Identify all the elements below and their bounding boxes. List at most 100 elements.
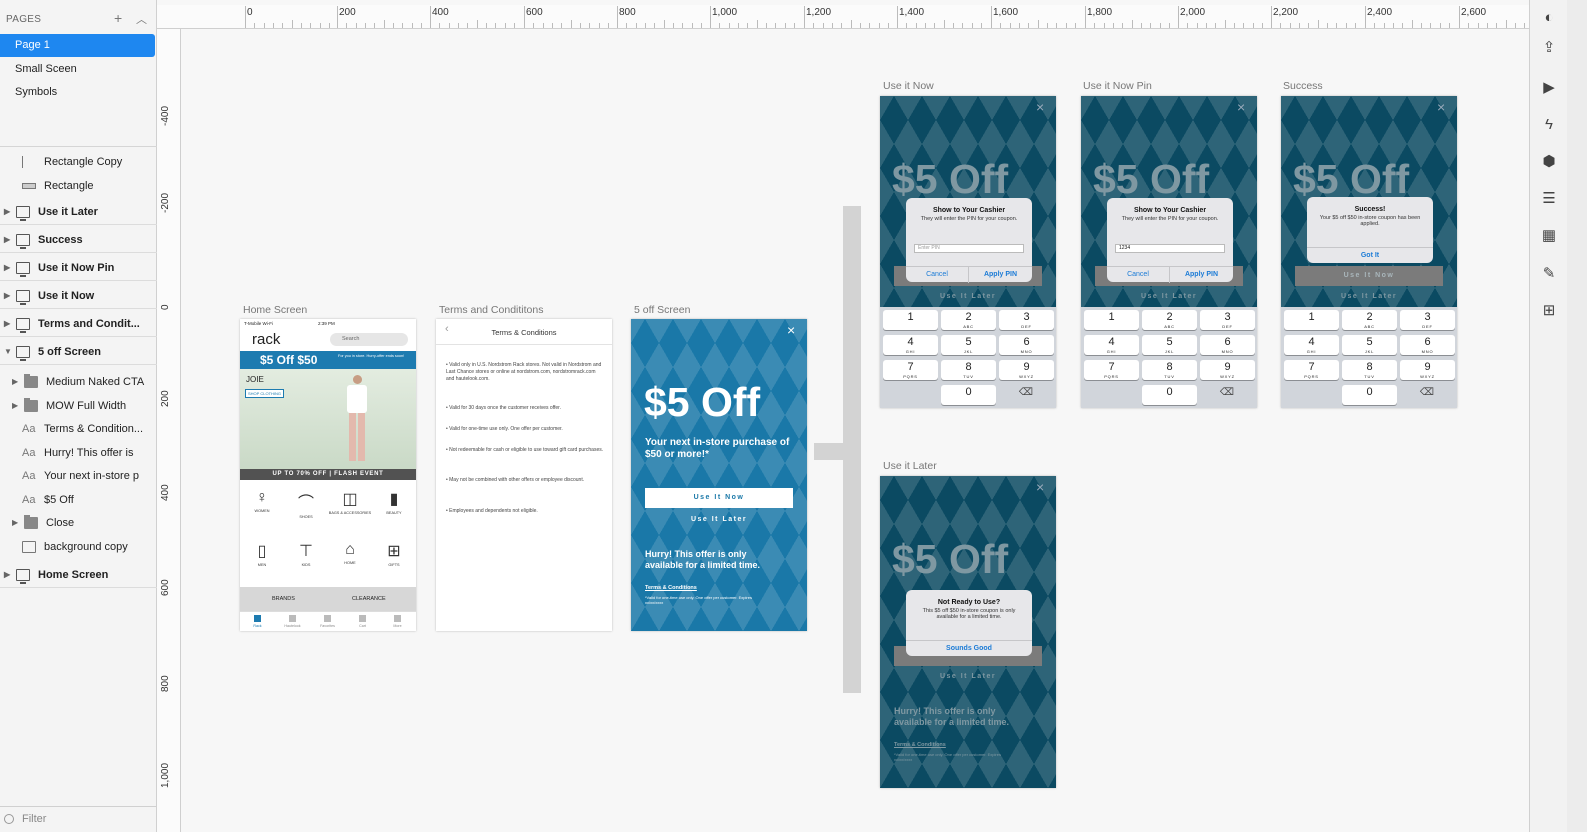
key-0[interactable]: 0 — [1142, 385, 1197, 405]
promo-strip[interactable]: UP TO 70% OFF | FLASH EVENT — [240, 469, 416, 480]
use-it-now-button[interactable]: Use It Now — [645, 488, 793, 508]
artboard-success[interactable]: × $5 Off Use It Now Use It Later Success… — [1281, 96, 1457, 408]
key-2[interactable]: 2 ABC — [1142, 310, 1197, 330]
key-9[interactable]: 9 WXYZ — [1400, 360, 1455, 380]
got-it-button[interactable]: Got It — [1307, 248, 1433, 264]
close-icon[interactable]: × — [1437, 99, 1445, 115]
category-bags-accessories[interactable]: ◫ BAGS & ACCESSORIES — [328, 483, 372, 531]
artboard-title-use-now-pin[interactable]: Use it Now Pin — [1083, 80, 1152, 92]
disclosure-collapsed-icon[interactable]: ▶ — [4, 255, 10, 280]
vertical-ruler[interactable]: -400 -200 0 200 400 600 800 1,000 — [157, 29, 181, 832]
cancel-button[interactable]: Cancel — [1107, 267, 1170, 283]
disclosure-collapsed-icon[interactable]: ▶ — [4, 311, 10, 336]
key-8[interactable]: 8 TUV — [1142, 360, 1197, 380]
cancel-button[interactable]: Cancel — [906, 267, 969, 283]
layer-home-screen[interactable]: ▶ Home Screen — [0, 562, 157, 588]
shop-clothing-button[interactable]: SHOP CLOTHING — [245, 389, 285, 398]
filter-input[interactable]: Filter — [22, 813, 46, 825]
key-6[interactable]: 6 MNO — [1400, 335, 1455, 355]
key-0[interactable]: 0 — [1342, 385, 1397, 405]
edit-image-icon[interactable]: ✎ — [1539, 264, 1559, 284]
key-3[interactable]: 3 DEF — [1400, 310, 1455, 330]
key-2[interactable]: 2 ABC — [1342, 310, 1397, 330]
key-5[interactable]: 5 JKL — [1142, 335, 1197, 355]
disclosure-collapsed-icon[interactable]: ▶ — [4, 199, 10, 224]
bolt-icon[interactable]: ϟ — [1539, 115, 1559, 135]
key-7[interactable]: 7 PQRS — [1284, 360, 1339, 380]
use-it-later-link[interactable]: Use It Later — [631, 516, 807, 523]
tab-cart[interactable]: Cart — [345, 614, 380, 628]
artboard-five-off[interactable]: × $5 Off Your next in-store purchase of … — [631, 319, 807, 631]
add-image-icon[interactable]: ⊞ — [1539, 301, 1559, 321]
backspace-icon[interactable]: ⌫ — [1217, 387, 1237, 401]
list-icon[interactable]: ☰ — [1539, 189, 1559, 209]
page-item-page-1[interactable]: Page 1 — [0, 34, 155, 57]
category-home[interactable]: ⌂ HOME — [328, 535, 372, 583]
key-9[interactable]: 9 WXYZ — [1200, 360, 1255, 380]
layer-use-it-now[interactable]: ▶ Use it Now — [0, 283, 157, 309]
key-6[interactable]: 6 MNO — [999, 335, 1054, 355]
export-icon[interactable]: ⇪ — [1539, 38, 1559, 58]
tab-more[interactable]: More — [380, 614, 415, 628]
close-icon[interactable]: × — [1036, 99, 1044, 115]
key-8[interactable]: 8 TUV — [1342, 360, 1397, 380]
collapse-pages-icon[interactable]: ︿ — [136, 11, 147, 27]
layer-use-it-now-pin[interactable]: ▶ Use it Now Pin — [0, 255, 157, 281]
terms-link[interactable]: Terms & Conditions — [645, 585, 697, 591]
layer-background-copy[interactable]: background copy — [0, 534, 157, 560]
component-icon[interactable]: ◐ — [1539, 8, 1559, 28]
key-9[interactable]: 9 WXYZ — [999, 360, 1054, 380]
key-1[interactable]: 1 — [883, 310, 938, 330]
category-gifts[interactable]: ⊞ GIFTS — [372, 535, 416, 583]
artboard-use-now[interactable]: × $5 Off Use It Later Show to Your Cashi… — [880, 96, 1056, 408]
page-item-small-sceen[interactable]: Small Sceen — [0, 58, 155, 81]
artboard-title-use-later[interactable]: Use it Later — [883, 460, 937, 472]
play-icon[interactable]: ▶ — [1539, 78, 1559, 98]
page-item-symbols[interactable]: Symbols — [0, 81, 155, 104]
disclosure-collapsed-icon[interactable]: ▶ — [12, 369, 18, 395]
artboard-title-home-screen[interactable]: Home Screen — [243, 304, 307, 316]
disclosure-collapsed-icon[interactable]: ▶ — [4, 562, 10, 587]
sounds-good-button[interactable]: Sounds Good — [906, 641, 1032, 657]
key-5[interactable]: 5 JKL — [1342, 335, 1397, 355]
key-5[interactable]: 5 JKL — [941, 335, 996, 355]
tab-favorites[interactable]: Favorites — [310, 614, 345, 628]
key-4[interactable]: 4 GHI — [883, 335, 938, 355]
hexagon-icon[interactable]: ⬢ — [1539, 152, 1559, 172]
key-7[interactable]: 7 PQRS — [1084, 360, 1139, 380]
hero-image[interactable]: JOIE SHOP CLOTHING — [240, 369, 416, 471]
layer-rectangle[interactable]: Rectangle — [0, 173, 157, 199]
disclosure-expanded-icon[interactable]: ▼ — [4, 339, 12, 364]
clearance-link[interactable]: CLEARANCE — [352, 596, 386, 602]
artboard-title-use-now[interactable]: Use it Now — [883, 80, 934, 92]
disclosure-collapsed-icon[interactable]: ▶ — [12, 510, 18, 536]
apply-pin-button[interactable]: Apply PIN — [1170, 267, 1233, 283]
category-women[interactable]: ♀ WOMEN — [240, 483, 284, 531]
key-2[interactable]: 2 ABC — [941, 310, 996, 330]
tab-hautelook[interactable]: Hautelook — [275, 614, 310, 628]
key-1[interactable]: 1 — [1284, 310, 1339, 330]
category-men[interactable]: ▯ MEN — [240, 535, 284, 583]
layer-terms-and-condit[interactable]: ▶ Terms and Condit... — [0, 311, 157, 337]
apply-pin-button[interactable]: Apply PIN — [969, 267, 1032, 283]
flow-connector-bar[interactable] — [843, 206, 861, 693]
category-kids[interactable]: ⊤ KIDS — [284, 535, 328, 583]
design-canvas[interactable]: Home Screen T-Mobile Wi-Fi 2:39 PM rack … — [182, 30, 1529, 832]
category-beauty[interactable]: ▮ BEAUTY — [372, 483, 416, 531]
key-1[interactable]: 1 — [1084, 310, 1139, 330]
add-page-icon[interactable]: + — [114, 10, 122, 26]
layer-close[interactable]: ▶ Close — [0, 510, 157, 536]
pin-input[interactable]: 1234 — [1115, 244, 1225, 253]
layer-your-next-in-store-p[interactable]: Aa Your next in-store p — [0, 463, 157, 489]
artboard-title-terms[interactable]: Terms and Condititons — [439, 304, 543, 316]
pin-input[interactable]: Enter PIN — [914, 244, 1024, 253]
layer-terms-condition[interactable]: Aa Terms & Condition... — [0, 416, 157, 442]
backspace-icon[interactable]: ⌫ — [1417, 387, 1437, 401]
layout-icon[interactable]: ▦ — [1539, 226, 1559, 246]
artboard-home-screen[interactable]: T-Mobile Wi-Fi 2:39 PM rack Search $5 Of… — [240, 319, 416, 631]
key-4[interactable]: 4 GHI — [1284, 335, 1339, 355]
layer-filter[interactable]: Filter — [0, 806, 157, 832]
key-4[interactable]: 4 GHI — [1084, 335, 1139, 355]
close-icon[interactable]: × — [1237, 99, 1245, 115]
layer-rectangle-copy[interactable]: Rectangle Copy — [0, 149, 157, 175]
